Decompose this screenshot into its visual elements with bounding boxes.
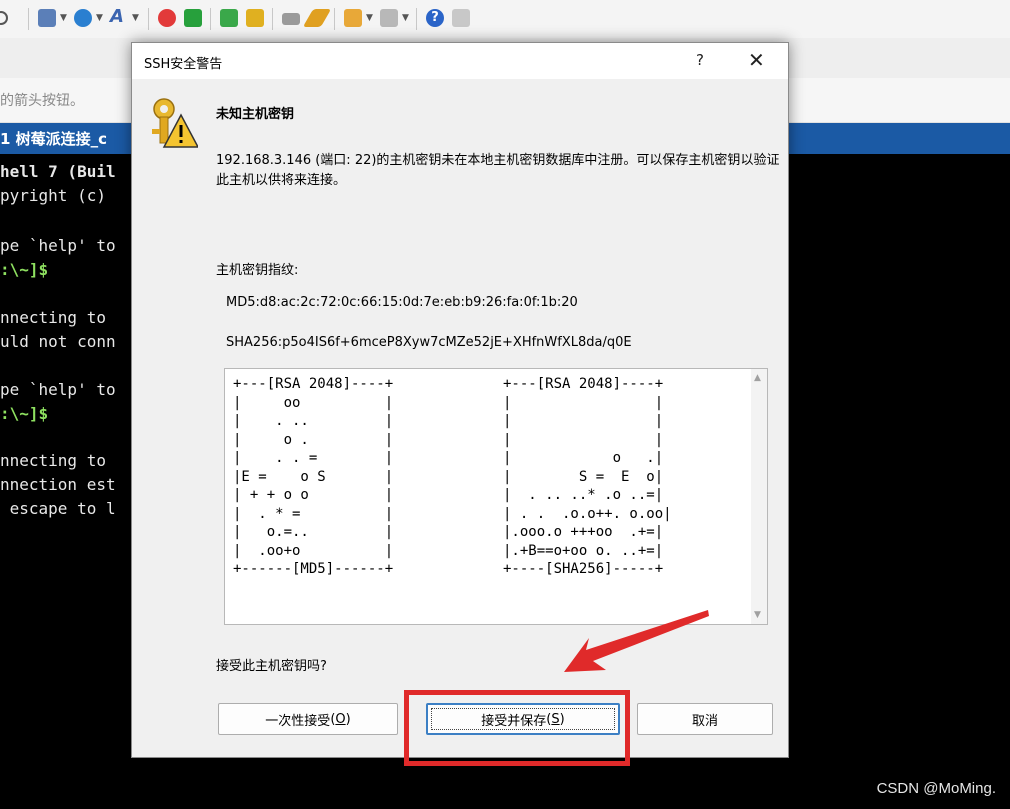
help-icon[interactable]: ?: [426, 9, 444, 27]
new-session-icon[interactable]: [38, 9, 56, 27]
session-tab[interactable]: 1 树莓派连接_c: [0, 128, 107, 149]
randomart-box[interactable]: +---[RSA 2048]----+ | oo | | . .. | | o …: [224, 368, 768, 625]
help-icon[interactable]: ?: [696, 51, 704, 69]
randomart-md5: +---[RSA 2048]----+ | oo | | . .. | | o …: [233, 376, 394, 577]
annotation-arrow-icon: [564, 610, 709, 672]
hint-text: 的箭头按钮。: [0, 93, 84, 109]
watermark: CSDN @MoMing.: [876, 780, 996, 797]
terminal-line: nnection est: [0, 475, 116, 494]
cancel-label: 取消: [691, 713, 718, 729]
terminal-line: hell 7 (Buil: [0, 162, 116, 181]
chevron-down-icon[interactable]: ▼: [60, 13, 67, 23]
sha256-fingerprint: SHA256:p5o4IS6f+6mceP8Xyw7cMZe52jE+XHfnW…: [226, 335, 632, 350]
terminal-prompt: :\~]$: [0, 260, 49, 279]
randomart-sha256: +---[RSA 2048]----+ | | | | | | | o .| |…: [503, 376, 672, 577]
terminal-line: uld not conn: [0, 332, 116, 351]
key-warning-icon: [152, 98, 198, 148]
dialog-message: 192.168.3.146 (端口: 22)的主机密钥未在本地主机密钥数据库中注…: [216, 153, 780, 188]
green-terminal-icon[interactable]: [184, 9, 202, 27]
scroll-up-icon[interactable]: ▲: [754, 373, 761, 383]
toolbar-separator: [210, 8, 211, 30]
terminal-line: pe `help' to: [0, 236, 116, 255]
main-toolbar: ▼ ▼ A ▼ ▼ ▼ ?: [0, 0, 1010, 39]
annotation-highlight-box: [404, 690, 630, 766]
dialog-titlebar: SSH安全警告 ? ✕: [132, 43, 788, 79]
dialog-title: SSH安全警告: [144, 57, 223, 72]
globe-icon[interactable]: [74, 9, 92, 27]
dialog-heading: 未知主机密钥: [216, 107, 295, 122]
toolbar-separator: [28, 8, 29, 30]
scroll-down-icon[interactable]: ▼: [754, 610, 761, 620]
toolbar-separator: [148, 8, 149, 30]
terminal-line: pe `help' to: [0, 380, 116, 399]
terminal-prompt: :\~]$: [0, 404, 49, 423]
lock-icon[interactable]: [246, 9, 264, 27]
accept-once-button[interactable]: 一次性接受(O): [218, 703, 398, 735]
terminal-line: nnecting to: [0, 308, 106, 327]
close-icon[interactable]: ✕: [748, 48, 765, 72]
accept-question: 接受此主机密钥吗?: [216, 659, 327, 674]
terminal-line: nnecting to: [0, 451, 106, 470]
terminal-line: escape to l: [0, 499, 116, 518]
add-folder-icon[interactable]: [344, 9, 362, 27]
chevron-down-icon[interactable]: ▼: [96, 13, 103, 23]
chevron-down-icon[interactable]: ▼: [366, 13, 373, 23]
md5-fingerprint: MD5:d8:ac:2c:72:0c:66:15:0d:7e:eb:b9:26:…: [226, 295, 578, 310]
keyboard-icon[interactable]: [282, 13, 300, 25]
chevron-down-icon[interactable]: ▼: [132, 13, 139, 23]
search-icon[interactable]: [0, 11, 8, 25]
font-icon[interactable]: A: [110, 6, 128, 27]
toolbar-separator: [416, 8, 417, 30]
toolbar-separator: [334, 8, 335, 30]
toolbar-separator: [272, 8, 273, 30]
cancel-button[interactable]: 取消: [637, 703, 773, 735]
pencil-icon[interactable]: [302, 9, 332, 27]
layout-icon[interactable]: [380, 9, 398, 27]
chat-icon[interactable]: [452, 9, 470, 27]
vertical-scrollbar[interactable]: ▲ ▼: [751, 369, 767, 624]
swirl-icon[interactable]: [158, 9, 176, 27]
chevron-down-icon[interactable]: ▼: [402, 13, 409, 23]
accept-once-shortcut: O: [335, 711, 346, 727]
fingerprint-label: 主机密钥指纹:: [216, 263, 299, 278]
accept-once-label: 一次性接受: [265, 713, 331, 729]
fullscreen-icon[interactable]: [220, 9, 238, 27]
terminal-line: pyright (c): [0, 186, 106, 205]
